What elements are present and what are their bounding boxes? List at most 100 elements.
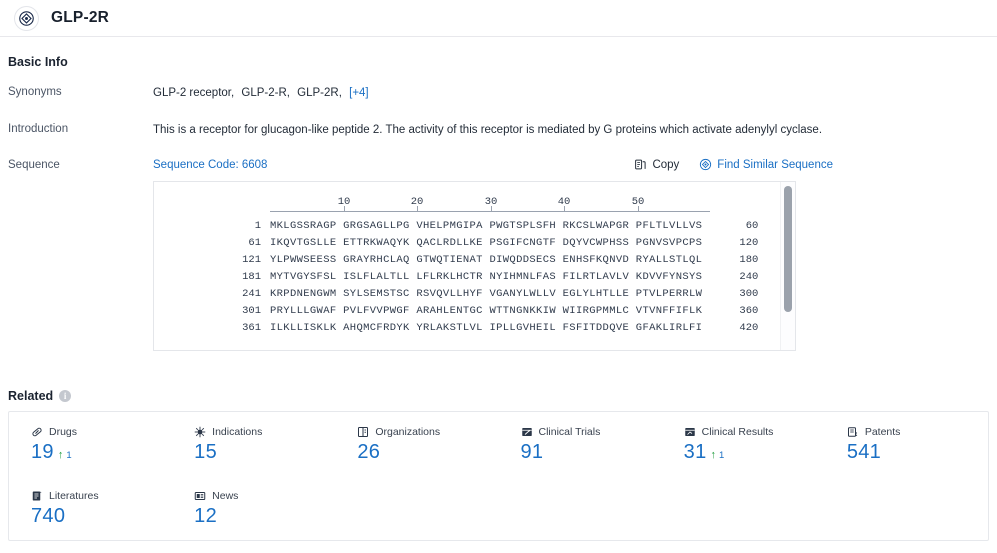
ruler-label: 10: [337, 196, 351, 209]
stat-header: Clinical Results: [684, 426, 825, 438]
stat-card-clinical-trials[interactable]: Clinical Trials 91: [499, 412, 662, 476]
sequence-line-end: 300: [739, 288, 759, 301]
sequence-scrollbar-thumb[interactable]: [784, 186, 792, 313]
sequence-line-residues: MKLGSSRAGP GRGSAGLLPG VHELPMGIPA PWGTSPL…: [270, 220, 703, 233]
stat-value-row: 19 ↑ 1: [31, 441, 172, 464]
introduction-value: This is a receptor for glucagon-like pep…: [153, 123, 823, 136]
sequence-content: 10 20 30 40 50 1 MKLGSSRAGP GRGSAGLLPG V…: [154, 182, 795, 337]
ruler-label: 50: [631, 196, 645, 209]
stat-card-indications[interactable]: Indications 15: [172, 412, 335, 476]
introduction-row: Introduction This is a receptor for gluc…: [8, 108, 989, 145]
stat-header: Indications: [194, 426, 335, 438]
sequence-line-end: 240: [739, 271, 759, 284]
stat-header: Literatures: [31, 490, 172, 502]
copy-icon: [634, 158, 647, 171]
sequence-line: 361 ILKLLISKLK AHQMCFRDYK YRLAKSTLVL IPL…: [154, 320, 795, 337]
introduction-label: Introduction: [8, 122, 69, 135]
stat-label: Patents: [864, 426, 901, 439]
stat-value-row: 31 ↑ 1: [684, 441, 825, 464]
stat-value-row: 740: [31, 505, 172, 528]
sequence-action-group: Copy Find Similar Sequence: [634, 158, 833, 171]
news-icon: [194, 490, 206, 502]
sequence-line-end: 360: [739, 305, 759, 318]
stat-value: 15: [194, 441, 218, 464]
info-icon[interactable]: i: [59, 390, 72, 403]
find-similar-icon: [699, 158, 712, 171]
basic-info-heading: Basic Info: [8, 37, 989, 77]
sequence-line: 241 KRPDNENGWM SYLSEMSTSC RSVQVLLHYF VGA…: [154, 286, 795, 303]
sequence-toolbar: Sequence Code: 6608 Copy Find Similar Se…: [153, 158, 833, 171]
stat-delta-value: 1: [719, 450, 725, 462]
stat-delta-value: 1: [66, 450, 72, 462]
synonym-item: GLP-2 receptor,: [153, 87, 235, 99]
sequence-line-start: 301: [242, 305, 261, 318]
ruler-label: 20: [410, 196, 424, 209]
sequence-line-start: 361: [242, 322, 261, 335]
sequence-line-start: 241: [242, 288, 261, 301]
stat-header: Organizations: [357, 426, 498, 438]
sequence-scrollbar[interactable]: [780, 182, 795, 351]
sequence-row: Sequence Sequence Code: 6608 Copy Find S…: [8, 144, 989, 357]
stat-value: 31: [683, 441, 707, 464]
clinical-result-icon: [684, 426, 696, 438]
related-stats-grid: Drugs 19 ↑ 1 Indications 15 Organization…: [9, 412, 988, 540]
stat-value-row: 26: [357, 441, 498, 464]
related-heading-label: Related: [8, 389, 54, 404]
stat-header: Clinical Trials: [521, 426, 662, 438]
stat-card-drugs[interactable]: Drugs 19 ↑ 1: [9, 412, 172, 476]
stat-card-literatures[interactable]: Literatures 740: [9, 476, 172, 540]
sequence-line-end: 420: [739, 322, 759, 335]
sequence-block: Sequence Code: 6608 Copy Find Similar Se…: [153, 158, 833, 352]
page-title: GLP-2R: [51, 9, 110, 26]
stat-value-row: 541: [847, 441, 988, 464]
stat-value: 12: [194, 505, 218, 528]
stat-label: Clinical Trials: [538, 426, 601, 439]
sequence-line: 61 IKQVTGSLLE ETTRKWAQYK QACLRDLLKE PSGI…: [154, 235, 795, 252]
stat-header: News: [194, 490, 335, 502]
sequence-line-start: 121: [242, 254, 261, 267]
arrow-up-icon: ↑: [57, 449, 64, 462]
find-similar-label: Find Similar Sequence: [717, 158, 833, 171]
stat-card-clinical-results[interactable]: Clinical Results 31 ↑ 1: [662, 412, 825, 476]
sequence-panel: 10 20 30 40 50 1 MKLGSSRAGP GRGSAGLLPG V…: [153, 181, 796, 352]
stat-value-row: 12: [194, 505, 335, 528]
stat-card-patents[interactable]: Patents 541: [825, 412, 988, 476]
stat-header: Patents: [847, 426, 988, 438]
stat-label: Indications: [212, 426, 263, 439]
find-similar-sequence-button[interactable]: Find Similar Sequence: [699, 158, 833, 171]
sequence-line-residues: IKQVTGSLLE ETTRKWAQYK QACLRDLLKE PSGIFCN…: [270, 237, 703, 250]
target-diamond-icon: [14, 5, 39, 31]
sequence-code-link[interactable]: Sequence Code: 6608: [153, 159, 267, 171]
synonyms-row: Synonyms GLP-2 receptor, GLP-2-R, GLP-2R…: [8, 77, 989, 108]
stat-value: 541: [846, 441, 882, 464]
building-icon: [357, 426, 369, 438]
sequence-line: 1 MKLGSSRAGP GRGSAGLLPG VHELPMGIPA PWGTS…: [154, 218, 795, 235]
sequence-line: 301 PRYLLLGWAF PVLFVVPWGF ARAHLENTGC WTT…: [154, 303, 795, 320]
basic-info-section: Basic Info Synonyms GLP-2 receptor, GLP-…: [0, 37, 997, 357]
stat-label: Literatures: [49, 490, 99, 503]
stat-value-row: 15: [194, 441, 335, 464]
sequence-line-start: 181: [242, 271, 261, 284]
sequence-label: Sequence: [8, 159, 60, 172]
stat-label: Drugs: [49, 426, 78, 439]
basic-info-heading-label: Basic Info: [8, 55, 68, 69]
patent-icon: [847, 426, 859, 438]
stat-card-news[interactable]: News 12: [172, 476, 335, 540]
stat-label: Clinical Results: [701, 426, 774, 439]
pill-icon: [31, 426, 43, 438]
sequence-line-residues: KRPDNENGWM SYLSEMSTSC RSVQVLLHYF VGANYLW…: [270, 288, 703, 301]
related-heading: Related i: [8, 371, 989, 411]
sequence-line-residues: MYTVGYSFSL ISLFLALTLL LFLRKLHCTR NYIHMNL…: [270, 271, 703, 284]
sequence-ruler: 10 20 30 40 50: [270, 192, 710, 218]
copy-button[interactable]: Copy: [634, 158, 679, 171]
sequence-line-end: 60: [745, 220, 759, 233]
clinical-trial-icon: [521, 426, 533, 438]
ruler-label: 30: [484, 196, 498, 209]
sequence-line-end: 120: [739, 237, 759, 250]
synonyms-more-link[interactable]: [+4]: [349, 87, 369, 99]
ruler-baseline: [270, 211, 710, 213]
copy-button-label: Copy: [652, 158, 680, 171]
stat-card-organizations[interactable]: Organizations 26: [335, 412, 498, 476]
stat-value: 26: [357, 441, 381, 464]
synonym-item: GLP-2-R,: [241, 87, 290, 99]
